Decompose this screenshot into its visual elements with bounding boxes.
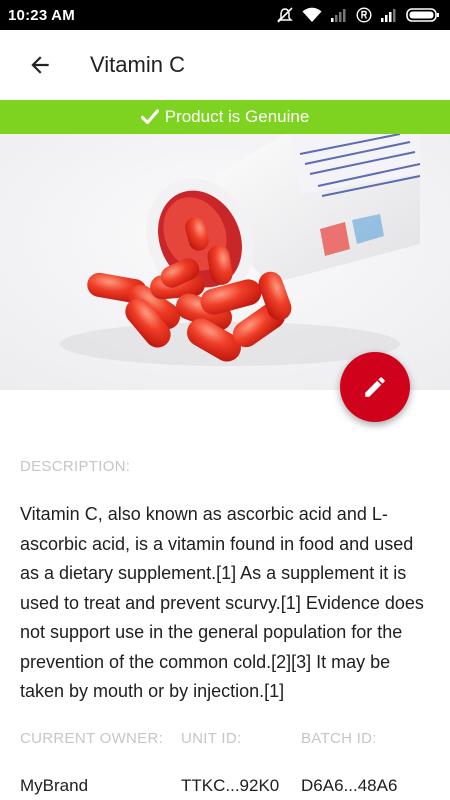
pencil-icon (365, 377, 385, 397)
description-label: DESCRIPTION: (20, 458, 131, 475)
unit-id-value: TTKC...92K0 (181, 776, 280, 795)
wifi-icon (302, 7, 322, 22)
product-image (0, 134, 450, 390)
checkmark-icon (140, 109, 159, 125)
page-title: Vitamin C (90, 52, 185, 77)
batch-id-value: D6A6...48A6 (301, 776, 398, 795)
edit-button[interactable] (340, 352, 410, 422)
signal-icon (381, 9, 396, 22)
verification-text: Product is Genuine (164, 107, 310, 126)
unit-id-label: UNIT ID: (181, 730, 242, 747)
signal-icon (331, 9, 346, 22)
current-owner-label: CURRENT OWNER: (20, 730, 164, 747)
app-bar: Vitamin C (0, 30, 450, 100)
battery-icon (406, 8, 439, 22)
batch-id-label: BATCH ID: (301, 730, 377, 747)
back-button[interactable] (12, 37, 68, 93)
status-bar: 10:23 AM (0, 0, 450, 30)
status-time: 10:23 AM (8, 6, 75, 24)
status-icons (276, 0, 440, 30)
registered-icon (356, 7, 372, 23)
arrow-left-icon (31, 56, 49, 74)
description-text: Vitamin C, also known as ascorbic acid a… (20, 504, 424, 701)
mute-icon (277, 7, 293, 23)
verification-banner: Product is Genuine (0, 100, 450, 134)
current-owner-value: MyBrand (20, 776, 89, 795)
